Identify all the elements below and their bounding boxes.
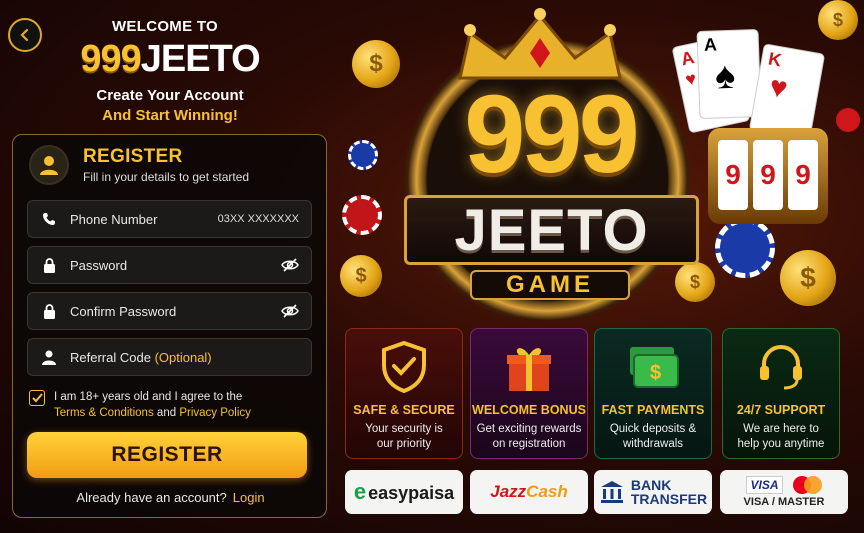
- feature-card-safe-secure: SAFE & SECURE Your security is our priori…: [345, 328, 463, 459]
- brand-word: JEETO: [140, 38, 261, 80]
- agree-prefix: I am 18+ years old and I agree to the: [54, 391, 243, 403]
- playing-card-ace-spades-icon: A ♠: [696, 28, 762, 120]
- brand-number: 999: [80, 38, 141, 80]
- slot-lever-icon: [836, 108, 860, 132]
- jazzcash-logo: JazzCash: [470, 470, 588, 514]
- chevron-left-icon: [20, 28, 29, 42]
- poker-chip-icon: [715, 218, 775, 278]
- user-icon: [40, 348, 58, 366]
- eye-off-icon[interactable]: [281, 256, 299, 274]
- referral-label-text: Referral Code: [70, 349, 151, 365]
- feature-title: 24/7 SUPPORT: [736, 403, 826, 417]
- register-header: REGISTER Fill in your details to get sta…: [29, 145, 249, 185]
- agree-checkbox[interactable]: [29, 390, 45, 406]
- feature-card-welcome-bonus: WELCOME BONUS Get exciting rewards on reg…: [470, 328, 588, 459]
- confirm-password-label: Confirm Password: [70, 303, 177, 319]
- feature-desc: Your security is our priority: [365, 423, 443, 450]
- gift-icon: [471, 339, 587, 395]
- feature-card-fast-payments: $ FAST PAYMENTS Quick deposits & withdraw…: [594, 328, 712, 459]
- brand-logo: 999JEETO: [70, 38, 270, 81]
- bank-transfer-logo: BANK TRANSFER: [594, 470, 712, 514]
- phone-label: Phone Number: [70, 211, 158, 227]
- referral-label: Referral Code (Optional): [70, 350, 299, 365]
- coin-icon: $: [818, 0, 858, 40]
- hero-artwork: $ $ $ $ $ 999 JEETO GAME A ♥ A ♠ K ♥ 999: [340, 0, 864, 325]
- register-button[interactable]: REGISTER: [27, 432, 307, 478]
- login-link[interactable]: Login: [233, 490, 265, 505]
- register-subtitle: Fill in your details to get started: [83, 170, 250, 184]
- feature-title: WELCOME BONUS: [472, 403, 586, 417]
- feature-title: SAFE & SECURE: [353, 403, 455, 417]
- hero-word: JEETO: [454, 197, 649, 263]
- feature-desc: We are here to help you anytime: [737, 423, 825, 450]
- terms-agreement: I am 18+ years old and I agree to the Te…: [29, 389, 319, 421]
- visa-mastercard-logo: VISA VISA / MASTER: [720, 470, 848, 514]
- coin-icon: $: [340, 255, 382, 297]
- tagline-line-2: And Start Winning!: [102, 107, 238, 124]
- feature-desc: Quick deposits & withdrawals: [609, 423, 697, 450]
- terms-link[interactable]: Terms & Conditions: [54, 407, 154, 419]
- password-label: Password: [70, 257, 128, 273]
- tagline: Create Your Account And Start Winning!: [60, 86, 280, 126]
- svg-text:$: $: [650, 362, 661, 384]
- feature-title: FAST PAYMENTS: [601, 403, 705, 417]
- tagline-line-1: Create Your Account: [96, 87, 244, 104]
- have-account-text: Already have an account?: [76, 490, 227, 505]
- coin-icon: $: [780, 250, 836, 306]
- confirm-password-field[interactable]: Confirm Password: [27, 292, 312, 330]
- coin-icon: $: [352, 40, 400, 88]
- hero-number: 999: [464, 73, 640, 196]
- coin-icon: $: [675, 262, 715, 302]
- welcome-text: WELCOME TO: [111, 18, 219, 35]
- agree-and: and: [156, 407, 177, 419]
- slot-machine-icon: 999: [708, 128, 828, 224]
- back-button[interactable]: [8, 18, 42, 52]
- register-panel: REGISTER Fill in your details to get sta…: [12, 134, 327, 518]
- poker-chip-icon: [342, 195, 382, 235]
- easypaisa-logo: e easypaisa: [345, 470, 463, 514]
- hero-banner: JEETO: [404, 195, 699, 265]
- login-prompt: Already have an account? Login: [13, 490, 328, 505]
- phone-field[interactable]: Phone Number 03XX XXXXXXX: [27, 200, 312, 238]
- cash-icon: $: [595, 339, 711, 395]
- password-field[interactable]: Password: [27, 246, 312, 284]
- hero-game-label: GAME: [470, 270, 630, 300]
- phone-icon: [40, 210, 58, 228]
- headset-icon: [723, 339, 839, 395]
- check-icon: [31, 393, 43, 403]
- phone-hint: 03XX XXXXXXX: [217, 213, 299, 225]
- mastercard-icon: [792, 476, 822, 494]
- lock-icon: [40, 302, 58, 320]
- bank-icon: [600, 481, 623, 503]
- user-avatar-icon: [29, 145, 69, 185]
- poker-chip-icon: [348, 140, 378, 170]
- feature-card-support: 24/7 SUPPORT We are here to help you anyt…: [722, 328, 840, 459]
- playing-card-king-hearts-icon: K ♥: [748, 43, 826, 141]
- shield-check-icon: [346, 339, 462, 395]
- register-title: REGISTER: [83, 146, 183, 167]
- referral-code-field[interactable]: Referral Code (Optional): [27, 338, 312, 376]
- referral-optional: (Optional): [154, 349, 212, 365]
- privacy-link[interactable]: Privacy Policy: [179, 407, 251, 419]
- lock-icon: [40, 256, 58, 274]
- eye-off-icon[interactable]: [281, 302, 299, 320]
- feature-desc: Get exciting rewards on registration: [476, 423, 582, 450]
